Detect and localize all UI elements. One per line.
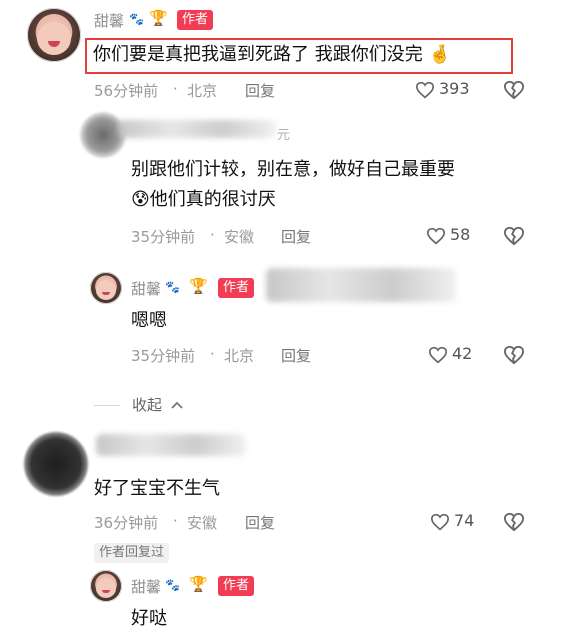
collapse-label: 收起 <box>132 396 163 414</box>
paw-icon: 🐾 <box>165 578 180 592</box>
reply-button[interactable]: 回复 <box>245 80 275 101</box>
reply-text: 好哒 <box>131 608 167 629</box>
reply-button[interactable]: 回复 <box>245 512 275 533</box>
avatar[interactable] <box>27 8 81 62</box>
like-count: 393 <box>439 79 470 98</box>
comment-text-line2-body: 他们真的很讨厌 <box>149 189 276 210</box>
heart-icon <box>430 513 450 531</box>
comment-location: 安徽 <box>224 228 255 246</box>
comment-location: 安徽 <box>187 514 218 532</box>
trophy-icon: 🏆 <box>189 575 208 593</box>
avatar[interactable] <box>90 570 122 602</box>
heart-icon <box>426 227 446 245</box>
paw-icon: 🐾 <box>165 280 180 294</box>
comment-text-line2: 😰他们真的很讨厌 <box>131 187 276 213</box>
comment-time: 35分钟前 <box>131 228 196 246</box>
author-badge: 作者 <box>218 576 255 596</box>
like-button[interactable]: 393 <box>415 79 475 101</box>
comment-time: 35分钟前 <box>131 347 196 365</box>
like-count: 74 <box>454 511 475 530</box>
reply-text: 嗯嗯 <box>131 310 167 331</box>
divider-line <box>94 405 120 406</box>
broken-heart-icon[interactable] <box>503 226 525 246</box>
username-blurred <box>118 120 276 138</box>
comment-text: 好了宝宝不生气 <box>94 478 220 499</box>
like-button[interactable]: 58 <box>426 225 476 247</box>
dot-separator: · <box>210 345 215 363</box>
trophy-icon: 🏆 <box>149 9 168 27</box>
comment-text-line1: 别跟他们计较，别在意，做好自己最重要 <box>131 159 455 180</box>
comment-location: 北京 <box>187 82 218 100</box>
fingers-crossed-emoji: 🤞 <box>428 44 451 65</box>
username[interactable]: 甜馨 <box>131 278 161 299</box>
like-count: 42 <box>452 344 473 363</box>
username[interactable]: 甜馨 <box>94 10 124 31</box>
username[interactable]: 甜馨 <box>131 576 161 597</box>
username-blurred <box>96 434 246 456</box>
author-badge: 作者 <box>218 278 255 298</box>
broken-heart-icon[interactable] <box>503 80 525 100</box>
heart-icon <box>415 81 435 99</box>
avatar[interactable] <box>24 432 88 496</box>
reply-button[interactable]: 回复 <box>281 345 311 366</box>
username-suffix: 元 <box>277 128 291 143</box>
heart-icon <box>428 346 448 364</box>
like-button[interactable]: 42 <box>428 344 478 366</box>
anxious-sweat-emoji: 😰 <box>131 189 150 210</box>
reply-target-blurred <box>266 268 456 302</box>
chevron-up-icon <box>171 401 183 409</box>
avatar[interactable] <box>90 272 122 304</box>
dot-separator: · <box>210 226 215 244</box>
author-replied-tag: 作者回复过 <box>94 543 170 563</box>
dot-separator: · <box>173 80 178 98</box>
paw-icon: 🐾 <box>129 12 144 26</box>
comment-text: 你们要是真把我逼到死路了 我跟你们没完 🤞 <box>93 42 451 68</box>
like-button[interactable]: 74 <box>430 511 480 533</box>
broken-heart-icon[interactable] <box>503 345 525 365</box>
dot-separator: · <box>173 512 178 530</box>
broken-heart-icon[interactable] <box>503 512 525 532</box>
trophy-icon: 🏆 <box>189 277 208 295</box>
like-count: 58 <box>450 225 471 244</box>
collapse-button[interactable]: 收起 <box>94 394 194 416</box>
comment-time: 36分钟前 <box>94 514 159 532</box>
comment-time: 56分钟前 <box>94 82 159 100</box>
reply-button[interactable]: 回复 <box>281 226 311 247</box>
comment-text-body: 你们要是真把我逼到死路了 我跟你们没完 <box>93 44 423 65</box>
author-badge: 作者 <box>177 10 214 30</box>
comment-location: 北京 <box>224 347 255 365</box>
